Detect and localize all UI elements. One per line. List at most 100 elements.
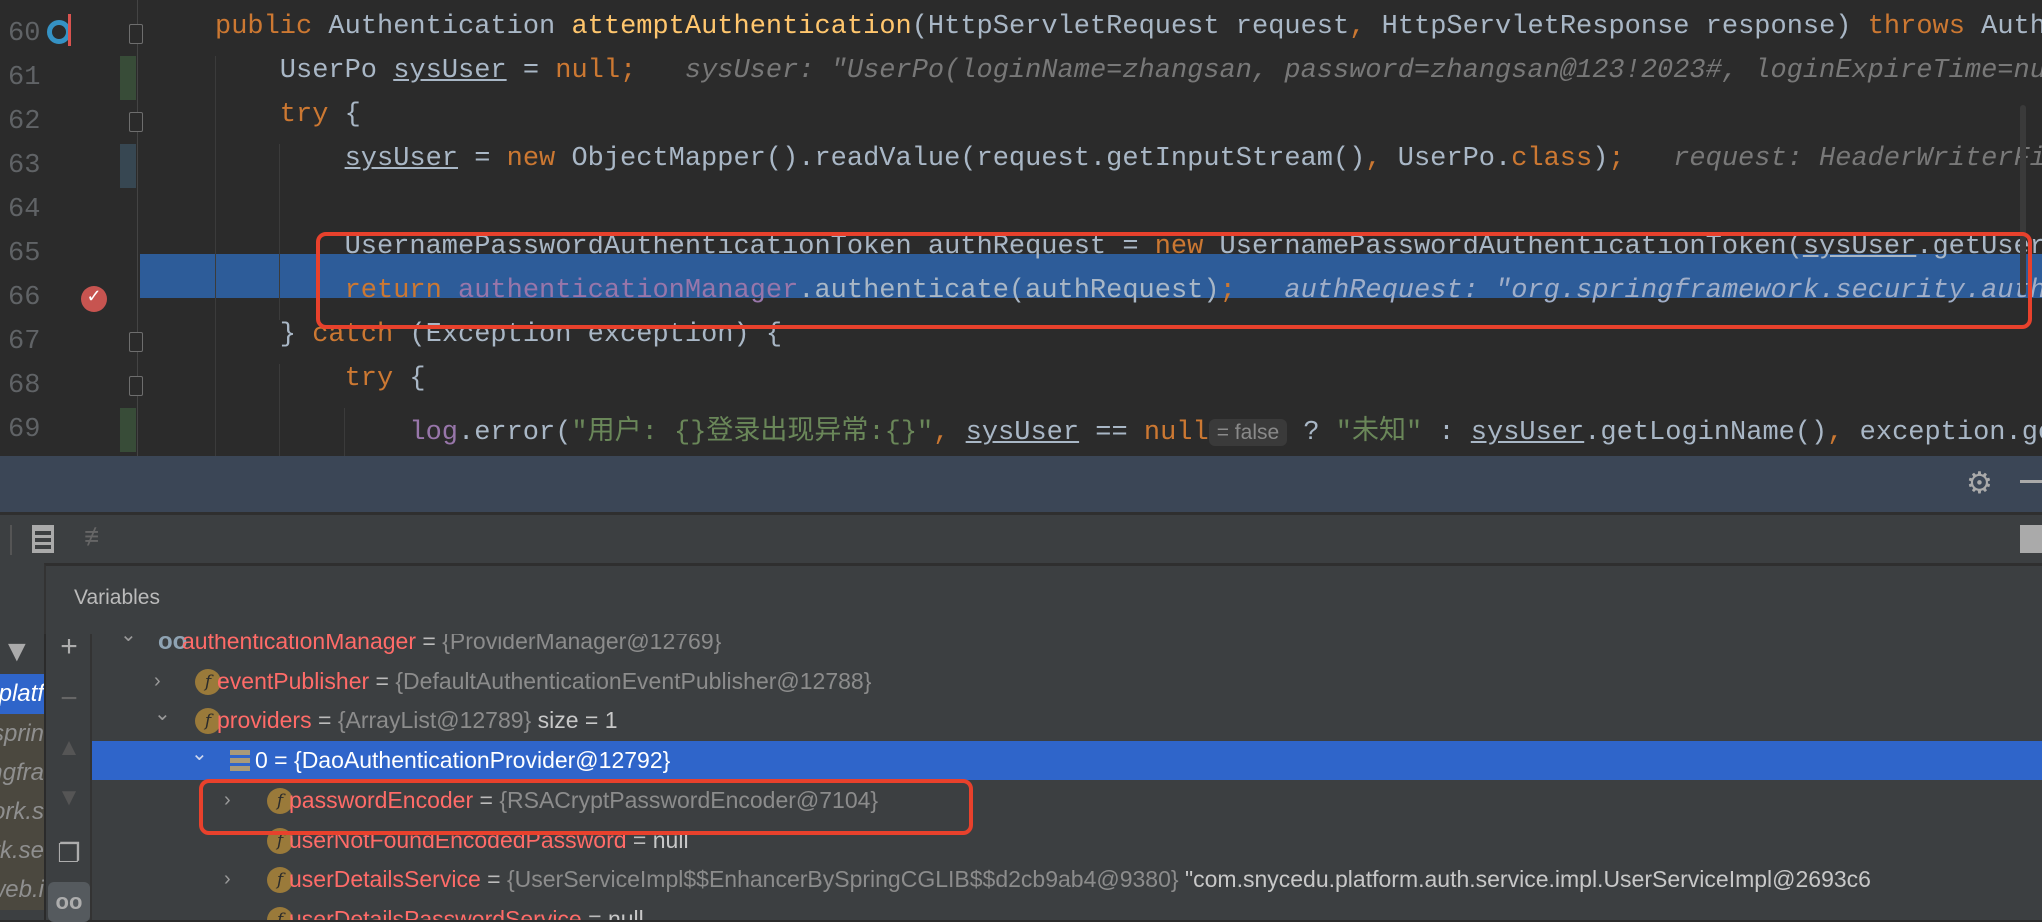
variable-text: userDetailsPasswordService = null xyxy=(289,900,644,920)
code-editor[interactable]: 60 public Authentication attemptAuthentic… xyxy=(0,0,2042,456)
code-line: try { xyxy=(345,364,2042,408)
variable-value: {DaoAuthenticationProvider@12792} xyxy=(294,747,671,774)
variables-tree[interactable]: ⌄ oo authenticationManager = {ProviderMana… xyxy=(92,634,2042,920)
code-token: , xyxy=(933,418,966,448)
change-marker-added xyxy=(120,408,136,452)
line-number: 65 xyxy=(8,239,41,269)
indent-guide xyxy=(344,408,345,456)
code-token: { xyxy=(344,100,361,130)
code-token: HttpServletResponse response) xyxy=(1381,12,1868,42)
code-token: sysUser xyxy=(1470,418,1585,448)
frame-item[interactable]: ork.s xyxy=(0,792,44,832)
code-token: attemptAuthentication xyxy=(571,12,912,42)
code-line: log.error("用户: {}登录出现异常:{}", sysUser == … xyxy=(409,408,2042,452)
variable-name: userDetailsService xyxy=(289,866,481,893)
code-line: sysUser = new ObjectMapper().readValue(r… xyxy=(345,144,2042,188)
code-token: (HttpServletRequest request xyxy=(911,12,1350,42)
code-token: "未知" xyxy=(1335,418,1423,448)
debug-toolbar: ≢ xyxy=(0,512,2042,563)
equals: = xyxy=(267,747,295,774)
add-watch-icon[interactable]: + xyxy=(46,630,92,664)
change-marker-added xyxy=(120,56,136,100)
line-number: 69 xyxy=(8,415,41,445)
code-token: "用户: {}登录出现异常:{}" xyxy=(571,418,934,448)
gear-icon[interactable]: ⚙ xyxy=(1966,466,1993,501)
highlight-box-variables xyxy=(199,779,973,835)
line-number: 64 xyxy=(8,195,41,225)
fold-marker[interactable] xyxy=(129,332,143,352)
code-token: , xyxy=(1827,418,1860,448)
code-token: class xyxy=(1511,144,1593,174)
code-token: UserPo xyxy=(279,56,394,86)
code-token: ? xyxy=(1287,418,1336,448)
frame-item[interactable]: ngfra xyxy=(0,753,44,793)
variable-text: userDetailsService = {UserServiceImpl$$E… xyxy=(289,860,1871,899)
line-number: 61 xyxy=(8,63,41,93)
code-line: try { xyxy=(280,100,2042,144)
variable-row[interactable]: ⌄ oo authenticationManager = {ProviderMana… xyxy=(92,634,2042,661)
variable-value: {ProviderManager@12769} xyxy=(442,634,722,654)
code-token: } xyxy=(279,320,313,350)
code-token: : xyxy=(1422,418,1471,448)
debug-tool-window-header: ⚙ xyxy=(0,456,2042,512)
variable-extra: "com.snycedu.platform.auth.service.impl.… xyxy=(1178,866,1871,893)
variable-row[interactable]: › f userDetailsService = {UserServiceImpl$… xyxy=(92,860,2042,899)
minimize-icon[interactable] xyxy=(2020,480,2042,483)
chevron-down-icon[interactable]: ⌄ xyxy=(154,695,171,734)
variable-extra: size = 1 xyxy=(531,707,618,734)
layout-icon[interactable] xyxy=(2020,525,2042,553)
variable-extra: null xyxy=(607,905,644,920)
code-token: = xyxy=(506,56,556,86)
fold-marker[interactable] xyxy=(129,112,143,132)
code-token: == xyxy=(1079,418,1144,448)
chevron-down-icon[interactable]: ⌄ xyxy=(120,634,137,655)
variable-value: {ArrayList@12789} xyxy=(337,707,532,734)
watches-glasses-icon[interactable]: oo xyxy=(48,882,90,922)
variable-value: {DefaultAuthenticationEventPublisher@127… xyxy=(395,667,872,694)
variable-row[interactable]: ⌄ 0 = {DaoAuthenticationProvider@12792} xyxy=(92,741,2042,781)
code-token: sysUser xyxy=(965,418,1080,448)
equals: = xyxy=(369,667,396,694)
fold-marker[interactable] xyxy=(129,376,143,396)
inline-debug-value: sysUser: "UserPo(loginName=zhangsan, pas… xyxy=(636,56,2042,86)
line-number: 68 xyxy=(8,371,41,401)
variable-row[interactable]: f userDetailsPasswordService = null xyxy=(92,900,2042,920)
frame-item[interactable]: web.i xyxy=(0,870,44,910)
equals: = xyxy=(416,634,443,654)
line-number: 67 xyxy=(8,327,41,357)
inline-value-hint: = false xyxy=(1208,419,1288,446)
breakpoint-icon[interactable]: ✓ xyxy=(81,286,107,312)
code-token: sysUser xyxy=(393,56,507,86)
code-token: exception.getMessage() xyxy=(1859,418,2042,448)
filter-icon[interactable]: ▼ xyxy=(2,635,32,669)
code-token: { xyxy=(409,364,426,394)
frames-list[interactable]: ▼ platfsprinngfraork.srk.seweb.i xyxy=(0,563,44,920)
remove-watch-icon[interactable]: − xyxy=(46,682,92,716)
trace-stream-icon[interactable]: ≢ xyxy=(84,521,110,552)
chevron-down-icon[interactable]: ⌄ xyxy=(191,735,208,774)
frame-item[interactable]: rk.se xyxy=(0,831,44,871)
code-token: UserPo. xyxy=(1397,144,1512,174)
fold-marker[interactable] xyxy=(129,24,143,44)
code-token: .getLoginName() xyxy=(1584,418,1828,448)
variables-header: Variables xyxy=(44,563,2042,634)
frame-item[interactable]: sprin xyxy=(0,714,44,754)
variables-side-toolbar: + − ▲ ▼ ❐ oo xyxy=(46,630,92,922)
variable-value: {UserServiceImpl$$EnhancerBySpringCGLIB$… xyxy=(506,866,1179,893)
variable-row[interactable]: ⌄ f providers = {ArrayList@12789} size = 1 xyxy=(92,701,2042,740)
copy-icon[interactable]: ❐ xyxy=(46,838,92,869)
code-token: new xyxy=(506,144,572,174)
variable-row[interactable]: › f eventPublisher = {DefaultAuthenticatio… xyxy=(92,662,2042,701)
variable-name: eventPublisher xyxy=(217,667,370,694)
chevron-right-icon[interactable]: › xyxy=(224,860,231,899)
move-up-icon[interactable]: ▲ xyxy=(46,734,92,762)
code-token: sysUser xyxy=(344,144,459,174)
frame-item[interactable]: platf xyxy=(0,674,44,714)
variable-text: authenticationManager = {ProviderManager… xyxy=(182,634,721,661)
variable-text: providers = {ArrayList@12789} size = 1 xyxy=(217,701,618,740)
evaluate-expression-icon[interactable] xyxy=(32,525,54,553)
move-down-icon[interactable]: ▼ xyxy=(46,784,92,812)
code-token: , xyxy=(1365,144,1398,174)
code-line: UserPo sysUser = null; sysUser: "UserPo(… xyxy=(280,56,2042,100)
